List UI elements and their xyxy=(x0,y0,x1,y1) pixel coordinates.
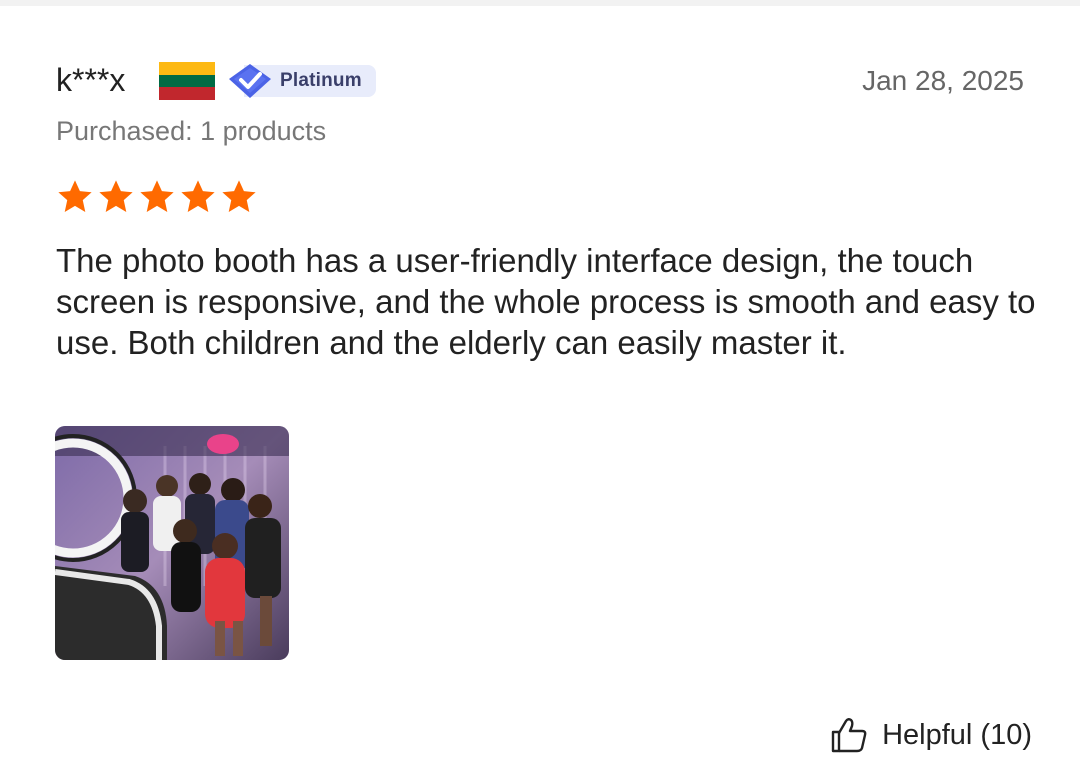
thumbs-up-icon xyxy=(831,718,867,753)
country-flag-icon xyxy=(159,62,215,101)
star-icon xyxy=(222,180,256,213)
helpful-button[interactable]: Helpful (10) xyxy=(830,716,1032,754)
helpful-label: Helpful (10) xyxy=(882,718,1032,751)
star-rating xyxy=(56,178,258,216)
star-icon xyxy=(99,180,133,213)
star-icon xyxy=(181,180,215,213)
badge-label: Platinum xyxy=(280,70,362,91)
diamond-check-icon xyxy=(229,64,271,98)
review-photo-thumbnail[interactable] xyxy=(55,426,289,660)
star-icon xyxy=(140,180,174,213)
reviewer-name: k***x xyxy=(56,62,126,98)
review-card: k***x Platinum Jan 28, 2025 Purchased: 1… xyxy=(0,0,1080,780)
membership-badge: Platinum xyxy=(228,63,376,99)
photo-booth-image xyxy=(55,426,289,660)
review-date: Jan 28, 2025 xyxy=(862,65,1024,96)
review-text: The photo booth has a user-friendly inte… xyxy=(56,242,1036,361)
purchase-count: Purchased: 1 products xyxy=(56,116,327,146)
star-icon xyxy=(58,180,92,213)
